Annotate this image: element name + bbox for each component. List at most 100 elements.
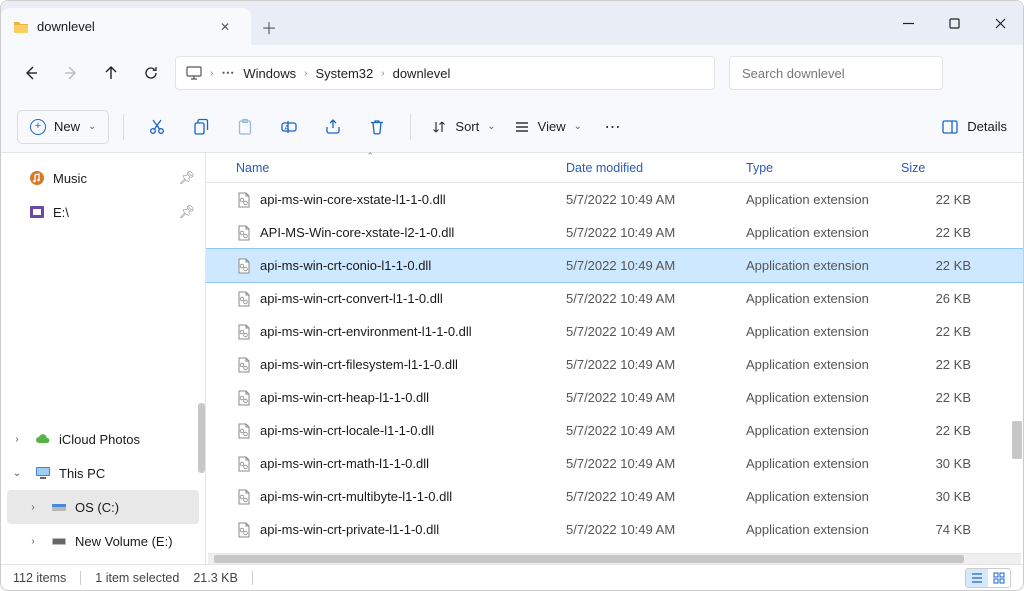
- new-button[interactable]: + New ⌄: [17, 110, 109, 144]
- chevron-right-icon[interactable]: ›: [210, 68, 213, 79]
- file-name: api-ms-win-crt-convert-l1-1-0.dll: [260, 291, 443, 306]
- file-icon: [236, 456, 252, 472]
- file-icon: [236, 225, 252, 241]
- separator: [252, 571, 253, 585]
- sort-label: Sort: [455, 119, 479, 134]
- sidebar-scrollbar[interactable]: [198, 403, 205, 473]
- view-button[interactable]: View ⌄: [508, 110, 588, 144]
- navigation-pane: Music 📌︎ E:\ 📌︎ › iCloud Photos ⌄ This P…: [1, 153, 206, 564]
- maximize-button[interactable]: [931, 1, 977, 45]
- search-input[interactable]: Search downlevel: [729, 56, 943, 90]
- share-button[interactable]: [314, 110, 352, 144]
- file-row[interactable]: api-ms-win-crt-heap-l1-1-0.dll5/7/2022 1…: [206, 381, 1023, 414]
- status-bar: 112 items 1 item selected 21.3 KB: [1, 564, 1023, 590]
- file-size: 22 KB: [891, 324, 971, 339]
- col-date[interactable]: Date modified: [556, 161, 736, 175]
- file-date: 5/7/2022 10:49 AM: [556, 522, 736, 537]
- minimize-button[interactable]: [885, 1, 931, 45]
- file-size: 22 KB: [891, 423, 971, 438]
- file-size: 22 KB: [891, 192, 971, 207]
- file-row[interactable]: api-ms-win-crt-math-l1-1-0.dll5/7/2022 1…: [206, 447, 1023, 480]
- col-size[interactable]: Size: [891, 161, 971, 175]
- file-type: Application extension: [736, 423, 891, 438]
- view-thumbnails-button[interactable]: [988, 569, 1010, 587]
- file-name: api-ms-win-core-xstate-l1-1-0.dll: [260, 192, 446, 207]
- forward-button[interactable]: [53, 55, 89, 91]
- chevron-right-icon[interactable]: ›: [381, 68, 384, 79]
- file-row[interactable]: api-ms-win-crt-conio-l1-1-0.dll5/7/2022 …: [206, 249, 1023, 282]
- sort-button[interactable]: Sort ⌄: [425, 110, 501, 144]
- col-type[interactable]: Type: [736, 161, 891, 175]
- paste-button[interactable]: [226, 110, 264, 144]
- file-icon: [236, 522, 252, 538]
- cut-button[interactable]: [138, 110, 176, 144]
- delete-button[interactable]: [358, 110, 396, 144]
- details-label: Details: [967, 119, 1007, 134]
- file-type: Application extension: [736, 324, 891, 339]
- file-row[interactable]: api-ms-win-crt-locale-l1-1-0.dll5/7/2022…: [206, 414, 1023, 447]
- column-headers: ⌃ Name Date modified Type Size: [206, 153, 1023, 183]
- horizontal-scrollbar[interactable]: [208, 553, 1021, 564]
- rename-button[interactable]: A: [270, 110, 308, 144]
- file-type: Application extension: [736, 390, 891, 405]
- file-date: 5/7/2022 10:49 AM: [556, 258, 736, 273]
- crumb-system32[interactable]: System32: [315, 66, 373, 81]
- back-button[interactable]: [13, 55, 49, 91]
- chevron-right-icon[interactable]: ›: [304, 68, 307, 79]
- file-row[interactable]: api-ms-win-crt-environment-l1-1-0.dll5/7…: [206, 315, 1023, 348]
- refresh-button[interactable]: [133, 55, 169, 91]
- file-size: 30 KB: [891, 456, 971, 471]
- file-row[interactable]: api-ms-win-core-xstate-l1-1-0.dll5/7/202…: [206, 183, 1023, 216]
- expand-icon[interactable]: ⌄: [11, 468, 23, 479]
- copy-button[interactable]: [182, 110, 220, 144]
- up-button[interactable]: [93, 55, 129, 91]
- address-bar[interactable]: › ⋯ Windows › System32 › downlevel: [175, 56, 715, 90]
- svg-text:A: A: [285, 125, 290, 132]
- sidebar-item-label: Music: [53, 171, 87, 186]
- expand-icon[interactable]: ›: [27, 536, 39, 547]
- col-name[interactable]: Name: [226, 161, 556, 175]
- item-count: 112 items: [13, 571, 66, 585]
- file-size: 22 KB: [891, 357, 971, 372]
- breadcrumb-overflow-button[interactable]: ⋯: [221, 65, 235, 81]
- sidebar-item-thispc[interactable]: ⌄ This PC: [1, 456, 205, 490]
- sidebar-item-new-volume-e[interactable]: › New Volume (E:): [1, 524, 205, 558]
- view-label: View: [538, 119, 566, 134]
- crumb-downlevel[interactable]: downlevel: [393, 66, 451, 81]
- chevron-down-icon: ⌄: [88, 121, 96, 132]
- drive-icon: [51, 499, 67, 515]
- file-name: api-ms-win-crt-filesystem-l1-1-0.dll: [260, 357, 458, 372]
- file-icon: [236, 423, 252, 439]
- close-window-button[interactable]: [977, 1, 1023, 45]
- chevron-down-icon: ⌄: [574, 121, 582, 132]
- file-date: 5/7/2022 10:49 AM: [556, 423, 736, 438]
- pin-icon: 📌︎: [178, 170, 195, 186]
- crumb-windows[interactable]: Windows: [243, 66, 296, 81]
- view-details-button[interactable]: [966, 569, 988, 587]
- sidebar-item-label: New Volume (E:): [75, 534, 173, 549]
- file-row[interactable]: api-ms-win-crt-convert-l1-1-0.dll5/7/202…: [206, 282, 1023, 315]
- sidebar-item-os-c[interactable]: › OS (C:): [7, 490, 199, 524]
- expand-icon[interactable]: ›: [11, 434, 23, 445]
- file-date: 5/7/2022 10:49 AM: [556, 456, 736, 471]
- details-button[interactable]: Details: [941, 118, 1007, 136]
- tab-close-button[interactable]: ✕: [211, 13, 239, 41]
- file-type: Application extension: [736, 357, 891, 372]
- sidebar-item-e[interactable]: E:\ 📌︎: [1, 195, 205, 229]
- sidebar-item-icloud[interactable]: › iCloud Photos: [1, 422, 205, 456]
- tab-downlevel[interactable]: downlevel ✕: [1, 8, 251, 45]
- separator: [410, 114, 411, 140]
- separator: [123, 114, 124, 140]
- file-scrollbar[interactable]: [1012, 421, 1022, 459]
- more-button[interactable]: ⋯: [594, 110, 632, 144]
- file-row[interactable]: api-ms-win-crt-private-l1-1-0.dll5/7/202…: [206, 513, 1023, 546]
- view-icon: [514, 119, 530, 135]
- file-row[interactable]: API-MS-Win-core-xstate-l2-1-0.dll5/7/202…: [206, 216, 1023, 249]
- expand-icon[interactable]: ›: [27, 502, 39, 513]
- monitor-icon: [186, 65, 202, 81]
- main: Music 📌︎ E:\ 📌︎ › iCloud Photos ⌄ This P…: [1, 153, 1023, 564]
- sidebar-item-music[interactable]: Music 📌︎: [1, 161, 205, 195]
- file-row[interactable]: api-ms-win-crt-filesystem-l1-1-0.dll5/7/…: [206, 348, 1023, 381]
- file-row[interactable]: api-ms-win-crt-multibyte-l1-1-0.dll5/7/2…: [206, 480, 1023, 513]
- new-tab-button[interactable]: ＋: [251, 8, 287, 45]
